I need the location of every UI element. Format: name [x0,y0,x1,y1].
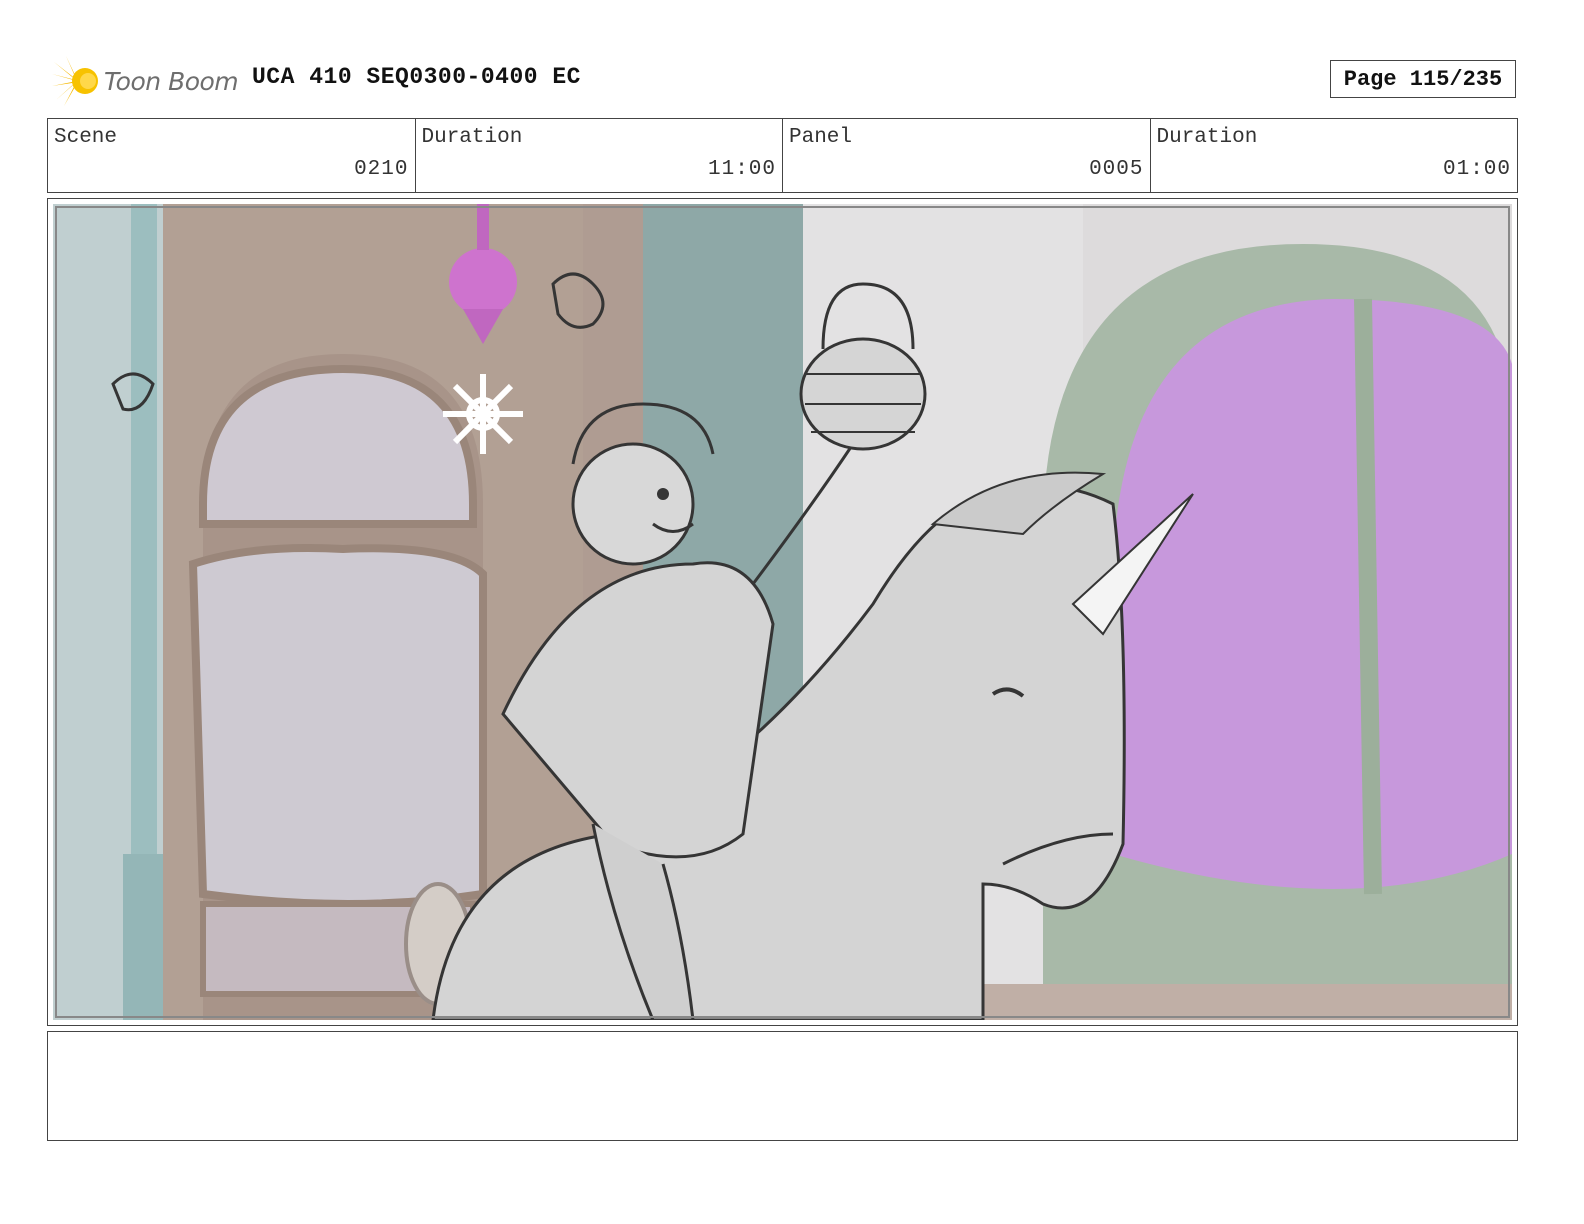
scene-label: Scene [54,126,118,149]
scene-duration-cell: Duration 11:00 [416,119,783,192]
panel-label: Panel [789,126,853,149]
panel-duration-value: 01:00 [1442,158,1511,181]
scene-info-table: Scene 0210 Duration 11:00 Panel 0005 Dur… [47,118,1518,193]
panel-frame [47,198,1518,1026]
panel-duration-label: Duration [1156,126,1258,149]
panel-notes-box [47,1031,1518,1141]
logo-text: Toon Boom [104,66,239,96]
document-title: UCA 410 SEQ0300-0400 EC [252,64,581,90]
page-indicator: Page 115/235 [1330,60,1516,98]
scene-value: 0210 [354,158,409,181]
toon-boom-logo: Toon Boom [52,56,239,106]
scene-duration-value: 11:00 [707,158,776,181]
panel-value: 0005 [1089,158,1144,181]
scene-cell: Scene 0210 [48,119,416,192]
panel-duration-cell: Duration 01:00 [1151,119,1518,192]
storyboard-sketch-image [53,204,1512,1020]
starburst-icon [52,56,98,106]
scene-duration-label: Duration [421,126,523,149]
panel-cell: Panel 0005 [783,119,1151,192]
